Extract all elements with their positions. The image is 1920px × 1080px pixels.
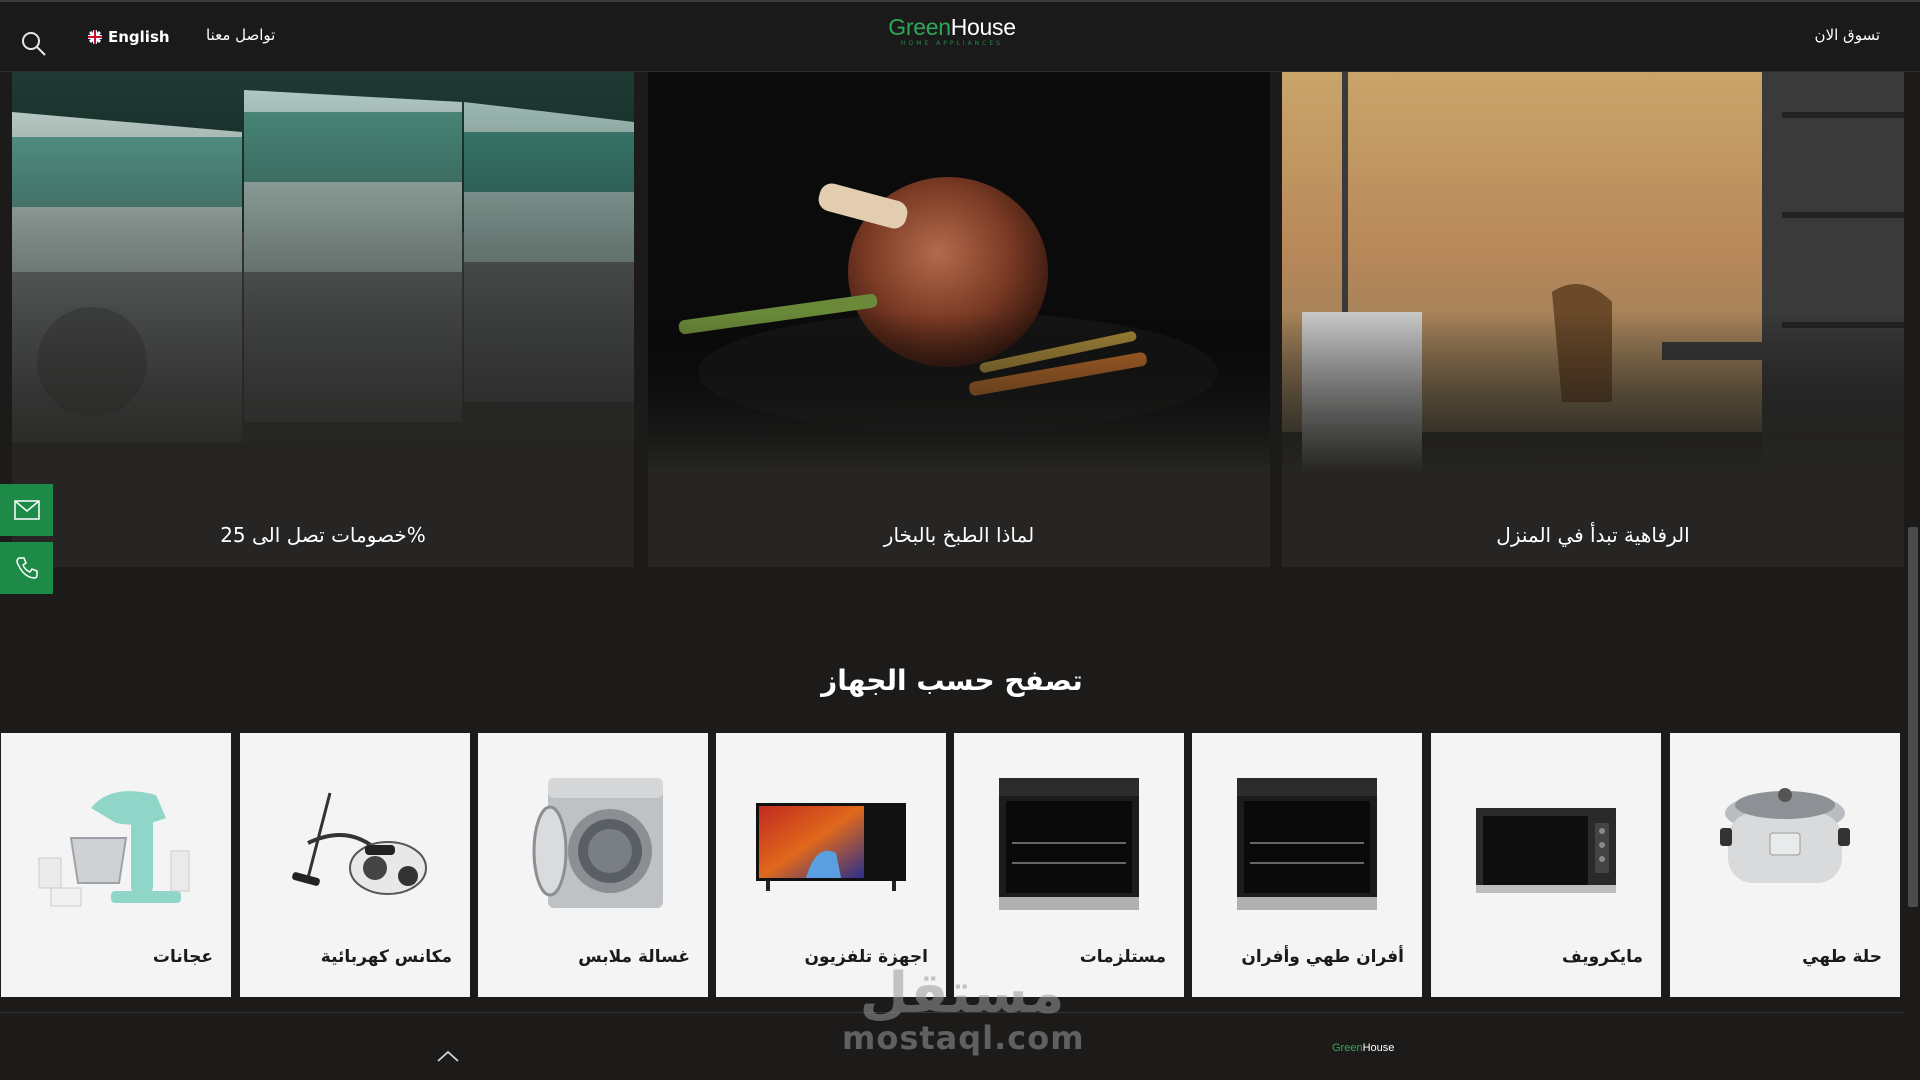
- promo-card-steam-cooking[interactable]: لماذا الطبخ بالبخار: [648, 72, 1270, 567]
- watermark-latin-text: mostaql.com: [842, 1019, 1085, 1057]
- mostaql-watermark: مستقل mostaql.com: [842, 961, 1085, 1057]
- category-card-washing-machine[interactable]: غسالة ملابس: [478, 733, 708, 997]
- promo-image-home-office: [1282, 72, 1904, 472]
- promo-title: خصومات تصل الى 25%: [220, 523, 426, 547]
- category-cards: حلة طهي مايكرويف أفران طهي وأفران مستلزم…: [0, 733, 1904, 997]
- television-icon: [756, 803, 906, 891]
- search-icon[interactable]: [20, 30, 48, 58]
- language-switcher[interactable]: English: [88, 26, 170, 48]
- category-card-ovens[interactable]: أفران طهي وأفران: [1192, 733, 1422, 997]
- category-label: مكانس كهربائية: [320, 947, 452, 967]
- language-label: English: [108, 28, 170, 46]
- washing-machine-icon: [532, 778, 663, 908]
- footer-logo-word-green: Green: [1332, 1042, 1363, 1054]
- category-label: عجانات: [152, 947, 213, 967]
- promo-title: لماذا الطبخ بالبخار: [883, 523, 1035, 547]
- category-card-stand-mixers[interactable]: عجانات: [1, 733, 231, 997]
- microwave-icon: [1476, 808, 1616, 893]
- promo-card-discounts[interactable]: خصومات تصل الى 25%: [12, 72, 634, 567]
- category-label: أفران طهي وأفران: [1241, 947, 1404, 967]
- built-in-oven-icon: [1237, 778, 1377, 910]
- green-house-logo[interactable]: GreenHouse HOME APPLIANCES: [882, 14, 1022, 62]
- logo-tagline: HOME APPLIANCES: [901, 40, 1003, 47]
- category-label: مستلزمات: [1079, 947, 1166, 967]
- stand-mixer-icon: [38, 791, 190, 907]
- shop-now-link[interactable]: تسوق الان: [1815, 26, 1880, 44]
- category-card-microwave[interactable]: مايكرويف: [1431, 733, 1661, 997]
- category-label: حلة طهي: [1802, 947, 1882, 967]
- vacuum-cleaner-icon: [292, 792, 427, 895]
- category-label: غسالة ملابس: [578, 947, 690, 967]
- phone-contact-button[interactable]: [0, 542, 53, 594]
- email-contact-button[interactable]: [0, 484, 53, 536]
- promo-image-roast-meat: [648, 72, 1270, 472]
- promo-image-cleaning-products: [12, 72, 634, 472]
- page-scrollbar-thumb[interactable]: [1908, 527, 1918, 907]
- footer-logo[interactable]: GreenHouse: [1332, 1042, 1394, 1054]
- logo-word-house: House: [950, 14, 1016, 40]
- site-header: English تواصل معنا GreenHouse HOME APPLI…: [0, 0, 1920, 72]
- mail-icon: [13, 500, 40, 520]
- built-in-oven-icon: [999, 778, 1139, 910]
- chevron-up-icon[interactable]: [436, 1048, 460, 1062]
- promo-card-luxury-home[interactable]: الرفاهية تبدأ في المنزل: [1282, 72, 1904, 567]
- category-card-tvs[interactable]: اجهزة تلفزيون: [716, 733, 946, 997]
- promo-cards: خصومات تصل الى 25% لماذا الطبخ بالبخار ا…: [0, 72, 1920, 567]
- watermark-arabic-text: مستقل: [859, 961, 1065, 1026]
- footer-logo-word-house: House: [1362, 1042, 1395, 1054]
- browse-by-device-title: تصفح حسب الجهاز: [821, 664, 1083, 697]
- uk-flag-icon: [88, 30, 102, 44]
- promo-title: الرفاهية تبدأ في المنزل: [1496, 523, 1690, 547]
- logo-word-green: Green: [888, 14, 951, 40]
- category-label: مايكرويف: [1562, 947, 1643, 967]
- phone-icon: [15, 557, 38, 579]
- category-card-accessories[interactable]: مستلزمات: [954, 733, 1184, 997]
- rice-cooker-icon: [1720, 788, 1850, 883]
- category-card-rice-cooker[interactable]: حلة طهي: [1670, 733, 1900, 997]
- contact-us-link[interactable]: تواصل معنا: [206, 26, 275, 44]
- category-card-vacuum-cleaners[interactable]: مكانس كهربائية: [240, 733, 470, 997]
